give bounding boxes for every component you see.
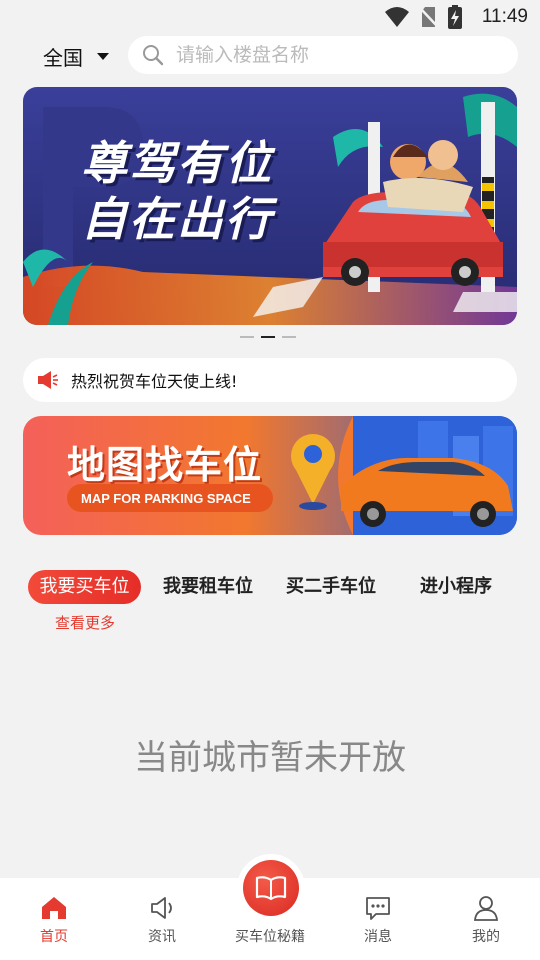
empty-state-message: 当前城市暂未开放: [134, 738, 406, 778]
notice-bar[interactable]: 热烈祝贺车位天使上线!: [23, 358, 517, 402]
city-label: 全国: [43, 46, 83, 70]
book-icon: [255, 876, 287, 901]
tab-buy-parking[interactable]: 我要买车位: [28, 570, 141, 604]
nav-messages[interactable]: 消息: [324, 878, 432, 960]
banner-line1: 尊驾有位: [81, 136, 273, 190]
nav-home-label: 首页: [40, 929, 68, 945]
tab-buy-used-parking[interactable]: 买二手车位: [275, 570, 387, 604]
map-banner-title: 地图找车位: [67, 443, 263, 487]
status-icons: [384, 5, 462, 29]
nav-guide-label: 买车位秘籍: [235, 929, 305, 945]
message-icon: [366, 897, 390, 920]
nav-profile[interactable]: 我的: [432, 878, 540, 960]
home-icon: [42, 897, 66, 919]
status-time: 11:49: [481, 6, 528, 27]
search-bar[interactable]: [128, 36, 518, 74]
city-selector[interactable]: 全国: [43, 42, 109, 71]
status-bar: 11:49: [0, 0, 540, 36]
nav-profile-label: 我的: [472, 929, 500, 945]
notice-text: 热烈祝贺车位天使上线!: [71, 372, 238, 391]
tab-mini-program[interactable]: 进小程序: [406, 570, 506, 604]
tab-rent-parking[interactable]: 我要租车位: [153, 570, 263, 604]
wifi-icon: [385, 7, 409, 27]
banner-line2: 自在出行: [81, 192, 273, 246]
nav-messages-label: 消息: [364, 929, 392, 945]
map-banner-subtitle: MAP FOR PARKING SPACE: [81, 491, 251, 506]
carousel-dot: [240, 336, 254, 338]
battery-charging-icon: [448, 5, 462, 29]
guide-center-button[interactable]: [243, 860, 299, 916]
carousel-dot-active: [261, 336, 275, 338]
speaker-icon: [151, 897, 172, 919]
carousel-indicator: [240, 336, 296, 338]
search-icon: [143, 45, 164, 66]
nav-news-label: 资讯: [148, 929, 176, 945]
nav-news[interactable]: 资讯: [108, 878, 216, 960]
no-sim-icon: [420, 7, 438, 27]
megaphone-icon: [38, 371, 58, 389]
nav-home[interactable]: 首页: [0, 878, 108, 960]
map-find-parking-banner[interactable]: 地图找车位 MAP FOR PARKING SPACE: [23, 416, 517, 535]
view-more-link[interactable]: 查看更多: [55, 612, 115, 633]
user-icon: [474, 896, 498, 921]
search-input[interactable]: [174, 43, 478, 67]
promo-banner[interactable]: 尊驾有位 自在出行: [23, 87, 517, 325]
category-tabs: 我要买车位 我要租车位 买二手车位 进小程序: [28, 570, 518, 604]
caret-down-icon: [97, 53, 109, 60]
carousel-dot: [282, 336, 296, 338]
